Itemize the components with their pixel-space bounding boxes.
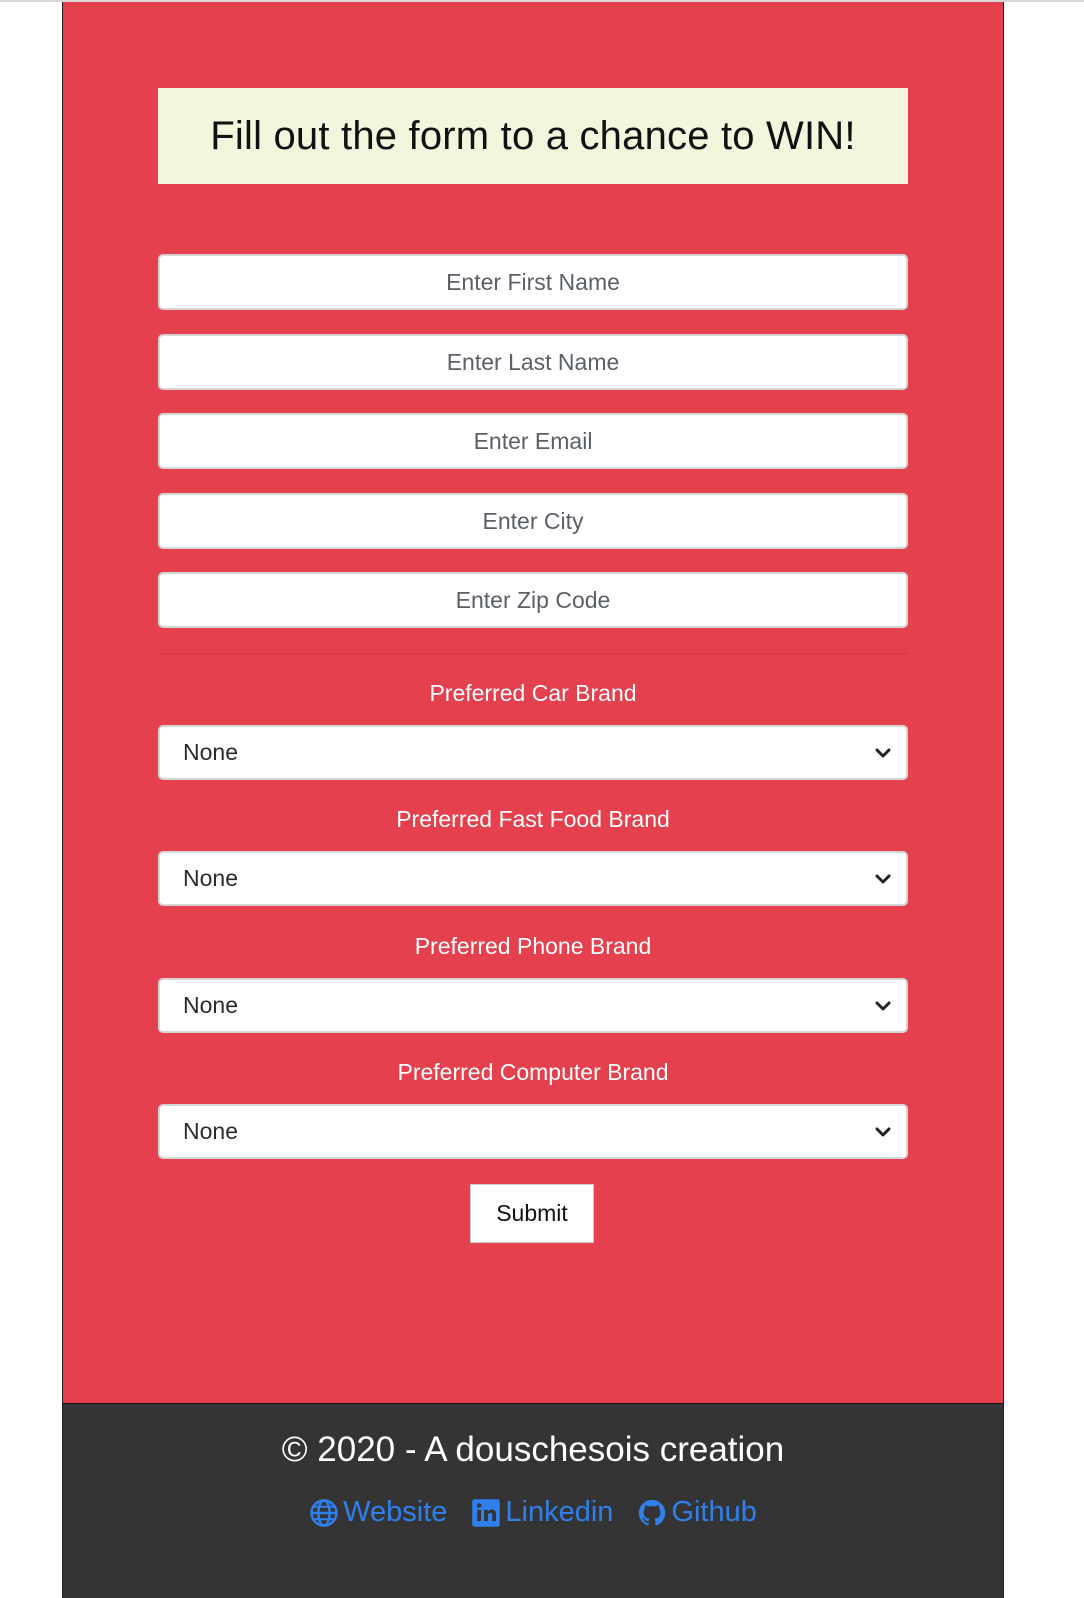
github-icon: [639, 1499, 666, 1526]
fast-food-brand-label: Preferred Fast Food Brand: [396, 806, 670, 832]
last-name-input[interactable]: [158, 334, 908, 390]
chevron-down-icon: [875, 748, 891, 758]
footer-credit: © 2020 - A douschesois creation: [281, 1430, 785, 1469]
car-brand-select-value: None: [183, 739, 238, 765]
first-name-input[interactable]: [158, 254, 908, 310]
promo-banner: Fill out the form to a chance to WIN!: [158, 88, 908, 184]
globe-icon: [310, 1498, 338, 1527]
submit-button[interactable]: Submit: [470, 1184, 594, 1243]
computer-brand-label: Preferred Computer Brand: [397, 1059, 669, 1085]
chevron-down-icon: [875, 874, 891, 884]
computer-brand-select-value: None: [183, 1118, 238, 1144]
phone-brand-select[interactable]: None: [158, 978, 908, 1033]
computer-brand-select[interactable]: None: [158, 1104, 908, 1159]
phone-brand-label: Preferred Phone Brand: [414, 933, 652, 959]
city-input[interactable]: [158, 493, 908, 549]
footer: © 2020 - A douschesois creation Website: [63, 1404, 1003, 1598]
linkedin-icon: [472, 1498, 501, 1527]
fast-food-brand-select-value: None: [183, 865, 238, 891]
form-divider: [158, 653, 908, 654]
form-section: Fill out the form to a chance to WIN! Pr…: [63, 2, 1003, 1404]
car-brand-select[interactable]: None: [158, 725, 908, 780]
footer-links: Website Linkedin Github: [63, 1496, 1003, 1529]
website-link-label: Website: [343, 1496, 448, 1528]
linkedin-link[interactable]: Linkedin: [471, 1496, 613, 1529]
fast-food-brand-select[interactable]: None: [158, 851, 908, 906]
banner-title: Fill out the form to a chance to WIN!: [210, 113, 856, 158]
car-brand-label: Preferred Car Brand: [429, 680, 637, 706]
phone-brand-select-value: None: [183, 992, 238, 1018]
chevron-down-icon: [875, 1001, 891, 1011]
website-link[interactable]: Website: [309, 1496, 447, 1529]
github-link-label: Github: [671, 1496, 757, 1528]
github-link[interactable]: Github: [637, 1496, 757, 1529]
chevron-down-icon: [875, 1127, 891, 1137]
linkedin-link-label: Linkedin: [505, 1496, 614, 1528]
email-input[interactable]: [158, 413, 908, 469]
zip-code-input[interactable]: [158, 572, 908, 628]
page-container: Fill out the form to a chance to WIN! Pr…: [62, 2, 1004, 1598]
